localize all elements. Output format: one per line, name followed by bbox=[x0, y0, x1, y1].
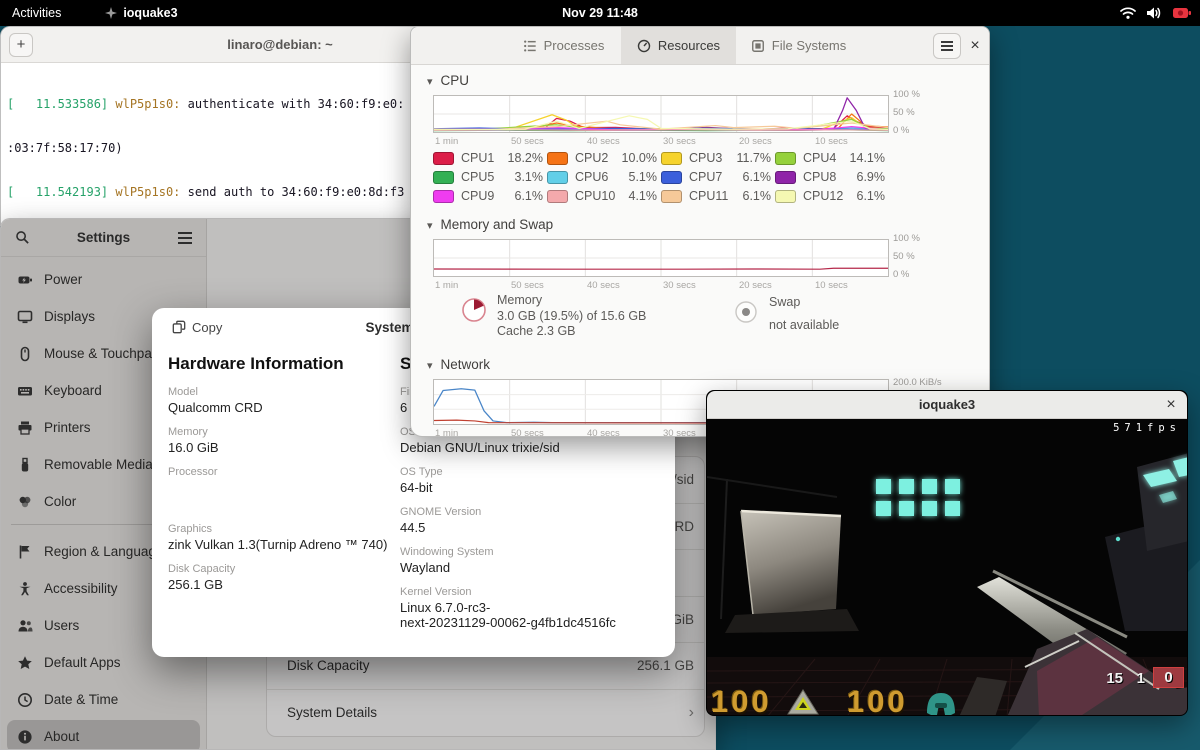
memory-section-header[interactable]: Memory and Swap bbox=[427, 217, 553, 232]
game-titlebar: ioquake3 bbox=[707, 391, 1187, 419]
status-area[interactable] bbox=[1120, 0, 1192, 26]
gauge-icon bbox=[637, 39, 651, 53]
desktop: linaro@debian: ~ [ 11.533586] wlP5p1s0: … bbox=[0, 0, 1200, 750]
network-section-header[interactable]: Network bbox=[427, 357, 490, 372]
terminal-title: linaro@debian: ~ bbox=[227, 37, 333, 52]
helmet-icon bbox=[923, 687, 959, 715]
monitor-close-button[interactable] bbox=[965, 36, 985, 56]
score-3: 0 bbox=[1164, 669, 1172, 686]
tab-resources[interactable]: Resources bbox=[621, 27, 736, 64]
legend-swatch bbox=[661, 152, 682, 165]
focused-app-menu[interactable]: ioquake3 bbox=[93, 0, 189, 26]
health-value: 100 bbox=[711, 684, 772, 716]
disk-icon bbox=[751, 39, 765, 53]
cpu-legend-item: CPU65.1% bbox=[547, 170, 657, 187]
legend-swatch bbox=[547, 171, 568, 184]
legend-swatch bbox=[547, 190, 568, 203]
score-1: 15 bbox=[1106, 670, 1123, 687]
disclosure-icon bbox=[427, 217, 433, 232]
cpu-legend-item: CPU126.1% bbox=[775, 189, 885, 206]
legend-swatch bbox=[433, 171, 454, 184]
ioquake3-window: ioquake3 bbox=[706, 390, 1188, 716]
memory-pie-icon bbox=[459, 295, 489, 325]
cpu-y-label: 0 % bbox=[893, 125, 909, 136]
swap-icon bbox=[733, 299, 759, 325]
monitor-menu-button[interactable] bbox=[933, 33, 961, 59]
legend-swatch bbox=[775, 171, 796, 184]
network-max-label: 200.0 KiB/s bbox=[893, 377, 955, 388]
game-viewport[interactable]: 571fps 100 100 15 1 0 bbox=[707, 419, 1188, 716]
cpu-graph bbox=[433, 95, 889, 133]
legend-swatch bbox=[433, 152, 454, 165]
score-leader-box: 0 bbox=[1153, 667, 1184, 688]
volume-icon bbox=[1146, 6, 1162, 20]
armor-value: 100 bbox=[847, 684, 908, 716]
cpu-y-label: 100 % bbox=[893, 89, 920, 100]
tab-processes[interactable]: Processes bbox=[506, 27, 621, 64]
tab-file-systems[interactable]: File Systems bbox=[736, 27, 861, 64]
wifi-icon bbox=[1120, 6, 1136, 20]
cpu-section-header[interactable]: CPU bbox=[427, 73, 469, 88]
cpu-legend-item: CPU96.1% bbox=[433, 189, 543, 206]
new-tab-button[interactable] bbox=[9, 33, 33, 57]
legend-swatch bbox=[775, 190, 796, 203]
copy-button[interactable]: Copy bbox=[164, 315, 230, 339]
disclosure-icon bbox=[427, 357, 433, 372]
activities-button[interactable]: Activities bbox=[0, 0, 73, 26]
list-icon bbox=[523, 39, 537, 53]
legend-swatch bbox=[661, 171, 682, 184]
cpu-legend-item: CPU76.1% bbox=[661, 170, 771, 187]
legend-swatch bbox=[775, 152, 796, 165]
cpu-legend-item: CPU210.0% bbox=[547, 151, 657, 168]
memory-graph bbox=[433, 239, 889, 277]
armor-icon bbox=[787, 689, 819, 715]
swap-legend: Swap not available bbox=[769, 295, 839, 333]
app-icon bbox=[105, 7, 117, 19]
cpu-legend-item: CPU86.9% bbox=[775, 170, 885, 187]
memory-legend: Memory 3.0 GB (19.5%) of 15.6 GB Cache 2… bbox=[497, 293, 646, 340]
copy-icon bbox=[172, 320, 186, 334]
cpu-y-label: 50 % bbox=[893, 107, 915, 118]
system-monitor-window: Processes Resources File Systems CPU 100… bbox=[410, 26, 990, 437]
legend-swatch bbox=[433, 190, 454, 203]
fps-counter: 571fps bbox=[1113, 422, 1181, 434]
legend-swatch bbox=[547, 152, 568, 165]
hardware-info-column: Hardware Information ModelQualcomm CRD M… bbox=[168, 354, 398, 603]
monitor-header: Processes Resources File Systems bbox=[411, 27, 989, 65]
cpu-legend-item: CPU104.1% bbox=[547, 189, 657, 206]
cpu-legend-item: CPU53.1% bbox=[433, 170, 543, 187]
disclosure-icon bbox=[427, 73, 433, 88]
hardware-info-heading: Hardware Information bbox=[168, 354, 398, 374]
cpu-legend-item: CPU414.1% bbox=[775, 151, 885, 168]
battery-critical-icon bbox=[1172, 6, 1192, 20]
cpu-legend-item: CPU311.7% bbox=[661, 151, 771, 168]
cpu-legend-item: CPU116.1% bbox=[661, 189, 771, 206]
cpu-legend-item: CPU118.2% bbox=[433, 151, 543, 168]
game-close-button[interactable] bbox=[1161, 395, 1181, 415]
score-2: 1 bbox=[1137, 670, 1145, 687]
game-title: ioquake3 bbox=[919, 397, 975, 412]
legend-swatch bbox=[661, 190, 682, 203]
top-bar: Activities ioquake3 Nov 29 11:48 bbox=[0, 0, 1200, 26]
